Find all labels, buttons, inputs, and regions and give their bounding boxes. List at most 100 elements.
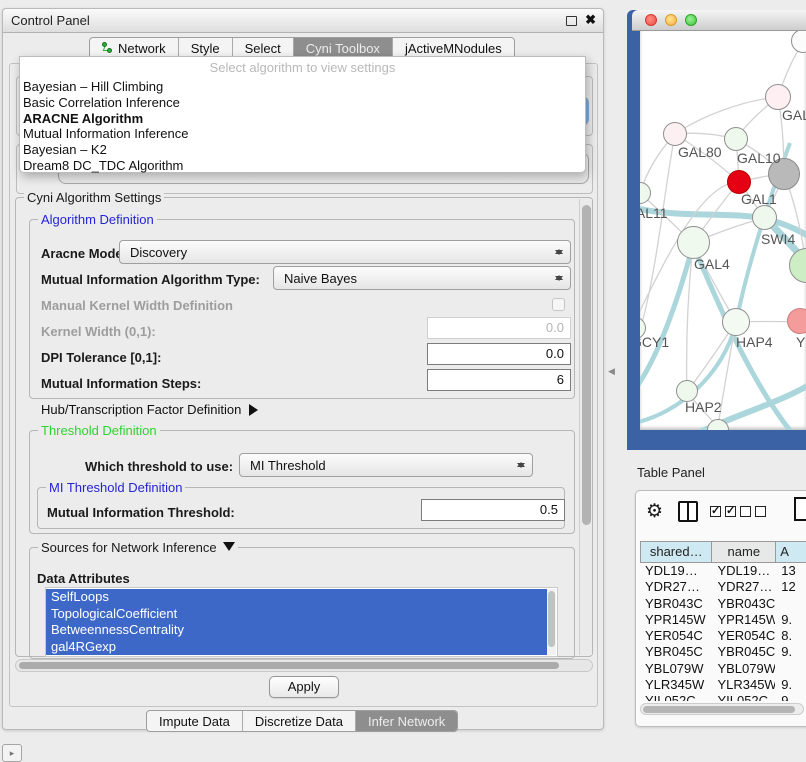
combo-arrows-icon	[554, 245, 563, 259]
kernel-width-field[interactable]: 0.0	[427, 317, 571, 339]
attribute-item-selected[interactable]: TopologicalCoefficient	[46, 606, 547, 623]
combo-arrows-icon	[554, 271, 563, 285]
dropdown-item-list: Bayesian – Hill Climbing Basic Correlati…	[22, 79, 583, 174]
hub-definition-toggle[interactable]: Hub/Transcription Factor Definition	[41, 402, 264, 417]
table-row[interactable]: YER054CYER054C8.	[640, 628, 806, 644]
table-row[interactable]: YIL052CYIL052C9	[640, 693, 806, 701]
scrollbar-thumb[interactable]	[643, 706, 795, 713]
network-node-gal4[interactable]	[677, 226, 710, 259]
table-body: YDL19…YDL19…13 YDR27…YDR27…12 YBR043CYBR…	[640, 563, 806, 701]
mi-steps-field[interactable]: 6	[427, 369, 571, 391]
column-header-name[interactable]: name	[711, 541, 775, 563]
table-row[interactable]: YLR345WYLR345W9.	[640, 677, 806, 693]
tab-style-label: Style	[191, 41, 220, 56]
column-header-shared[interactable]: shared…	[640, 541, 711, 563]
table-row[interactable]: YBL079WYBL079W	[640, 661, 806, 677]
node-label-swi4: SWI4	[761, 231, 795, 247]
dropdown-item-selected[interactable]: ARACNE Algorithm	[22, 111, 583, 127]
new-table-icon[interactable]	[794, 497, 806, 521]
network-window-titlebar[interactable]	[632, 10, 806, 31]
table-row[interactable]: YBR043CYBR043C	[640, 596, 806, 612]
network-view-window[interactable]: GAL GAL80 GAL10 GAL1 GAL11 SWI4 GAL4 GCY…	[627, 10, 806, 450]
network-node-salmon[interactable]	[787, 308, 806, 334]
attribute-item-selected[interactable]: SelfLoops	[46, 589, 547, 606]
tab-network[interactable]: Network	[90, 38, 179, 58]
tab-discretize-data[interactable]: Discretize Data	[243, 711, 356, 731]
tab-cyni-toolbox[interactable]: Cyni Toolbox	[294, 38, 393, 58]
settings-horizontal-scrollbar[interactable]	[15, 659, 593, 672]
tab-style[interactable]: Style	[179, 38, 233, 58]
table-row[interactable]: YPR145WYPR145W9.	[640, 612, 806, 628]
dropdown-item[interactable]: Dream8 DC_TDC Algorithm	[22, 158, 583, 174]
gear-icon[interactable]: ⚙	[646, 500, 663, 523]
dropdown-item[interactable]: Mutual Information Inference	[22, 126, 583, 142]
bottom-tabstrip: Impute Data Discretize Data Infer Networ…	[146, 710, 458, 732]
dpi-tolerance-label: DPI Tolerance [0,1]:	[41, 350, 161, 365]
scrollbar-thumb[interactable]	[582, 205, 591, 525]
data-attributes-list[interactable]: SelfLoops TopologicalCoefficient Between…	[45, 587, 558, 657]
tab-impute-data-label: Impute Data	[159, 714, 230, 729]
mi-algorithm-type-value: Naive Bayes	[284, 271, 357, 286]
mi-threshold-title: MI Threshold Definition	[46, 480, 185, 495]
node-label-y: Y	[796, 334, 805, 350]
close-traffic-light-icon[interactable]	[645, 14, 657, 26]
panel-divider-handle[interactable]: ◀	[608, 366, 615, 377]
dropdown-item[interactable]: Bayesian – K2	[22, 142, 583, 158]
table-row[interactable]: YDL19…YDL19…13	[640, 563, 806, 579]
aracne-mode-select[interactable]: Discovery	[119, 240, 571, 264]
node-label-hap2: HAP2	[685, 399, 722, 415]
table-row[interactable]: YBR045CYBR045C9.	[640, 644, 806, 660]
network-node-gal80[interactable]	[663, 122, 687, 146]
algorithm-definition-title: Algorithm Definition	[38, 212, 157, 227]
dpi-tolerance-field[interactable]: 0.0	[427, 343, 571, 365]
mi-threshold-field[interactable]: 0.5	[421, 499, 565, 521]
column-header-partial[interactable]: A	[775, 541, 806, 563]
network-node-hap4[interactable]	[722, 308, 750, 336]
columns-icon[interactable]	[678, 501, 698, 522]
dropdown-prompt: Select algorithm to view settings	[20, 60, 585, 75]
attribute-list-scrollbar[interactable]	[547, 589, 556, 655]
tab-infer-network[interactable]: Infer Network	[356, 711, 457, 731]
network-canvas[interactable]: GAL GAL80 GAL10 GAL1 GAL11 SWI4 GAL4 GCY…	[640, 31, 806, 430]
tab-jactivemnodules-label: jActiveMNodules	[405, 41, 502, 56]
minimize-traffic-light-icon[interactable]	[665, 14, 677, 26]
scrollbar-thumb[interactable]	[19, 662, 559, 669]
tab-network-label: Network	[118, 41, 166, 56]
which-threshold-value: MI Threshold	[250, 458, 326, 473]
manual-kernel-width-checkbox[interactable]	[552, 298, 565, 311]
tab-select[interactable]: Select	[233, 38, 294, 58]
deselect-all-checkboxes-icon[interactable]	[740, 506, 766, 517]
which-threshold-select[interactable]: MI Threshold	[239, 453, 533, 477]
mi-steps-label: Mutual Information Steps:	[41, 376, 201, 391]
cyni-algorithm-settings-title: Cyni Algorithm Settings	[24, 190, 164, 205]
table-row[interactable]: YDR27…YDR27…12	[640, 579, 806, 595]
network-node-swi4[interactable]	[752, 205, 777, 230]
combo-arrows-icon	[516, 458, 525, 472]
tab-select-label: Select	[245, 41, 281, 56]
select-all-checkboxes-icon[interactable]	[710, 506, 736, 517]
dropdown-item[interactable]: Basic Correlation Inference	[22, 95, 583, 111]
sources-title[interactable]: Sources for Network Inference	[38, 540, 238, 557]
table-horizontal-scrollbar[interactable]	[640, 703, 804, 715]
attribute-item-selected[interactable]: BetweennessCentrality	[46, 622, 547, 639]
close-icon[interactable]: ✖	[585, 12, 596, 28]
node-label-gal1: GAL1	[741, 191, 777, 207]
network-node-gal10[interactable]	[724, 127, 748, 151]
mi-algorithm-type-select[interactable]: Naive Bayes	[273, 266, 571, 290]
float-window-icon[interactable]	[566, 16, 577, 26]
control-panel-titlebar: Control Panel ✖	[3, 9, 603, 33]
collapsed-panel-icon[interactable]: ▸	[2, 744, 22, 762]
network-tab-icon	[102, 42, 113, 54]
apply-button[interactable]: Apply	[269, 676, 339, 698]
tab-impute-data[interactable]: Impute Data	[147, 711, 243, 731]
attribute-item-selected[interactable]: gal4RGexp	[46, 639, 547, 656]
settings-vertical-scrollbar[interactable]	[579, 199, 592, 655]
table-panel: ⚙ shared… name A YDL19…YDL19…13 YDR27…YD…	[635, 490, 806, 727]
algorithm-dropdown-popup: Select algorithm to view settings Bayesi…	[19, 56, 586, 173]
application-root: Control Panel ✖ Network Style Select Cyn…	[0, 0, 806, 762]
zoom-traffic-light-icon[interactable]	[685, 14, 697, 26]
dropdown-item[interactable]: Bayesian – Hill Climbing	[22, 79, 583, 95]
kernel-width-label: Kernel Width (0,1):	[41, 324, 156, 339]
tab-infer-network-label: Infer Network	[368, 714, 445, 729]
tab-jactivemnodules[interactable]: jActiveMNodules	[393, 38, 514, 58]
